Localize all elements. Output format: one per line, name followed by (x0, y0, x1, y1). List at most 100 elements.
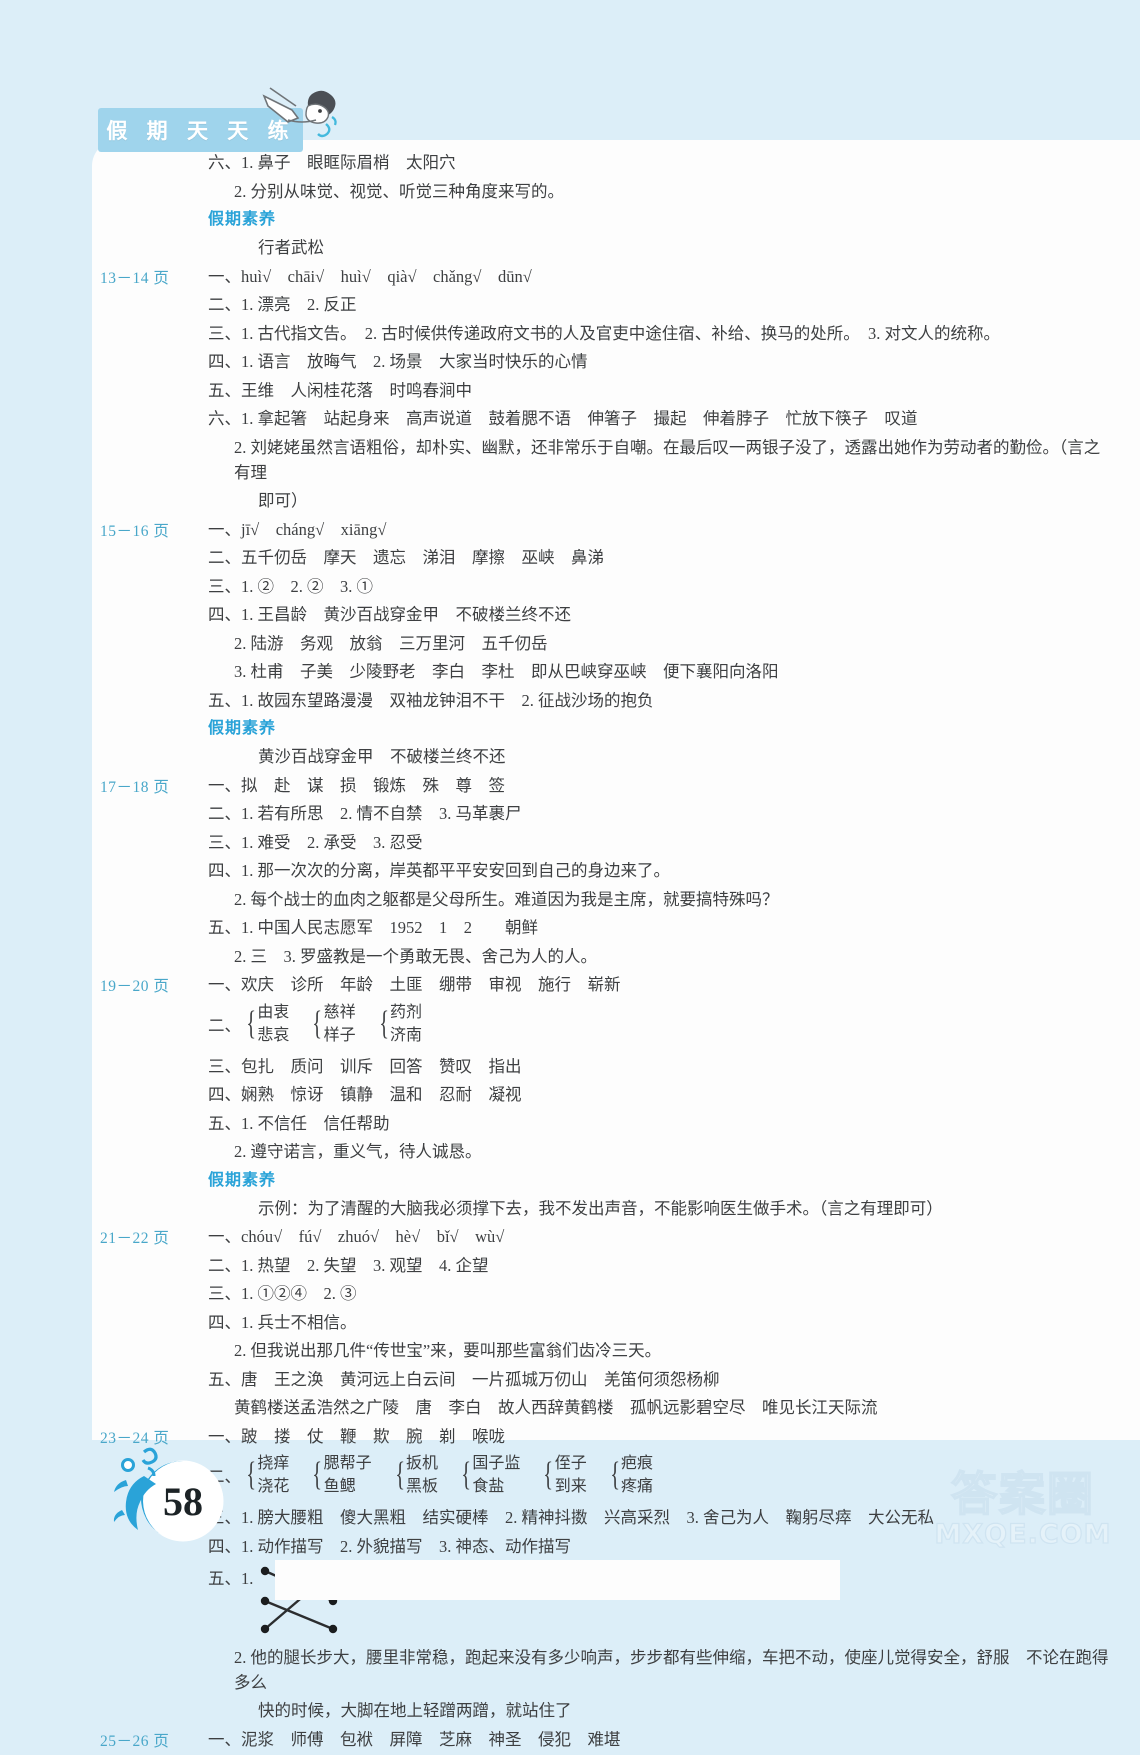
brace-group-row: 二、 { 由衷 悲哀 { 慈祥 样子 { (208, 1001, 1116, 1047)
left-brace-icon: { (246, 1001, 256, 1047)
answer-line: 2. 陆游 务观 放翁 三万里河 五千仞岳 (208, 631, 1116, 656)
brace-group: { 疤痕 疼痛 (607, 1452, 653, 1498)
section-body: 一、chóu√ fú√ zhuó√ hè√ bǐ√ wù√ 二、1. 热望 2.… (208, 1224, 1140, 1424)
brace-word-bottom: 济南 (390, 1024, 422, 1047)
answer-line: 快的时候，大脚在地上轻蹭两蹭，就站住了 (208, 1698, 1116, 1723)
answer-line: 2. 他的腿长步大，腰里非常稳，跑起来没有多少响声，步步都有些伸缩，车把不动，使… (208, 1645, 1116, 1695)
left-brace-icon: { (461, 1452, 471, 1498)
match-dot-right-3 (329, 1624, 337, 1632)
answer-line: 一、欢庆 诊所 年龄 土匪 绷带 审视 施行 崭新 (208, 972, 1116, 997)
page-label: 21－22 页 (92, 1224, 208, 1248)
answer-line: 2. 分别从味觉、视觉、听觉三种角度来写的。 (208, 179, 1116, 204)
brace-word-top: 腮帮子 (324, 1452, 372, 1475)
brace-word-top: 疤痕 (621, 1452, 653, 1475)
answer-line: 行者武松 (208, 235, 1116, 260)
answer-line: 一、跛 搂 仗 鞭 欺 腕 剃 喉咙 (208, 1424, 1116, 1449)
answer-line: 一、jī√ cháng√ xiāng√ (208, 517, 1116, 542)
brace-word-bottom: 浇花 (257, 1475, 289, 1498)
brace-word-bottom: 食盐 (472, 1475, 520, 1498)
brace-word-top: 挠痒 (257, 1452, 289, 1475)
section-subheading: 假期素养 (208, 207, 1116, 232)
answer-line: 2. 三 3. 罗盛教是一个勇敢无畏、舍己为人的人。 (208, 944, 1116, 969)
section-body: 一、欢庆 诊所 年龄 土匪 绷带 审视 施行 崭新 二、 { 由衷 悲哀 { 慈… (208, 972, 1140, 1224)
page-number-badge: 58 (92, 1418, 262, 1568)
answer-line: 二、1. 若有所思 2. 情不自禁 3. 马革裹尸 (208, 801, 1116, 826)
brace-word-bottom: 鱼鳃 (324, 1475, 372, 1498)
page-label: 13－14 页 (92, 264, 208, 288)
brace-word-bottom: 黑板 (406, 1475, 438, 1498)
bottom-sheet-strip (275, 1560, 840, 1600)
brace-group: { 腮帮子 鱼鳃 (309, 1452, 371, 1498)
section-block: 17－18 页 一、拟 赴 谋 损 锻炼 殊 尊 签 二、1. 若有所思 2. … (92, 773, 1140, 973)
page-label: 15－16 页 (92, 517, 208, 541)
answer-line: 一、泥浆 师傅 包袱 屏障 芝麻 神圣 侵犯 难堪 (208, 1727, 1116, 1752)
swimming-boy-icon (258, 84, 350, 146)
answer-line: 三、1. 难受 2. 承受 3. 忍受 (208, 830, 1116, 855)
intro-block: 六、1. 鼻子 眼眶际眉梢 太阳穴 2. 分别从味觉、视觉、听觉三种角度来写的。… (92, 150, 1140, 264)
watermark-brand: 答案圈 (905, 1468, 1140, 1520)
brace-lead-label: 二、 (208, 1012, 243, 1036)
answer-line: 三、包扎 质问 训斥 回答 赞叹 指出 (208, 1054, 1116, 1079)
left-brace-icon: { (313, 1001, 323, 1047)
brace-group: { 扳机 黑板 (392, 1452, 438, 1498)
watermark: 答案圈 MXQE.COM (905, 1468, 1140, 1588)
brace-group: { 国子监 食盐 (458, 1452, 520, 1498)
answer-line: 五、王维 人闲桂花落 时鸣春涧中 (208, 378, 1116, 403)
brace-word-bottom: 样子 (324, 1024, 356, 1047)
answer-line: 五、1. 中国人民志愿军 1952 1 2 朝鲜 (208, 915, 1116, 940)
match-dot-left-2 (261, 1596, 269, 1604)
left-brace-icon: { (379, 1001, 389, 1047)
brace-word-bottom: 悲哀 (257, 1024, 289, 1047)
answer-line: 一、huì√ chāi√ huì√ qià√ chǎng√ dūn√ (208, 264, 1116, 289)
section-block: 15－16 页 一、jī√ cháng√ xiāng√ 二、五千仞岳 摩天 遗忘… (92, 517, 1140, 773)
left-brace-icon: { (395, 1452, 405, 1498)
brace-group: { 侄子 到来 (540, 1452, 586, 1498)
answer-line: 六、1. 拿起箸 站起身来 高声说道 鼓着腮不语 伸箸子 撮起 伸着脖子 忙放下… (208, 406, 1116, 431)
brace-group: { 慈祥 样子 (309, 1001, 355, 1047)
answer-line: 一、拟 赴 谋 损 锻炼 殊 尊 签 (208, 773, 1116, 798)
page-number-text: 58 (144, 1462, 222, 1540)
answer-line: 五、1. 故园东望路漫漫 双袖龙钟泪不干 2. 征战沙场的抱负 (208, 688, 1116, 713)
answer-line: 示例：为了清醒的大脑我必须撑下去，我不发出声音，不能影响医生做手术。（言之有理即… (208, 1196, 1116, 1221)
section-block: 19－20 页 一、欢庆 诊所 年龄 土匪 绷带 审视 施行 崭新 二、 { 由… (92, 972, 1140, 1224)
brace-word-top: 慈祥 (324, 1001, 356, 1024)
brace-word-top: 侄子 (555, 1452, 587, 1475)
answer-line: 四、1. 兵士不相信。 (208, 1310, 1116, 1335)
answer-line: 四、1. 那一次次的分离，岸英都平平安安回到自己的身边来了。 (208, 858, 1116, 883)
section-block: 21－22 页 一、chóu√ fú√ zhuó√ hè√ bǐ√ wù√ 二、… (92, 1224, 1140, 1424)
brace-word-bottom: 到来 (555, 1475, 587, 1498)
left-brace-icon: { (544, 1452, 554, 1498)
page-label: 17－18 页 (92, 773, 208, 797)
section-body: 一、huì√ chāi√ huì√ qià√ chǎng√ dūn√ 二、1. … (208, 264, 1140, 517)
answer-line: 四、娴熟 惊讶 镇静 温和 忍耐 凝视 (208, 1082, 1116, 1107)
answer-line: 黄鹤楼送孟浩然之广陵 唐 李白 故人西辞黄鹤楼 孤帆远影碧空尽 唯见长江天际流 (208, 1395, 1116, 1420)
answer-line: 四、1. 语言 放晦气 2. 场景 大家当时快乐的心情 (208, 349, 1116, 374)
answer-line: 四、1. 王昌龄 黄沙百战穿金甲 不破楼兰终不还 (208, 602, 1116, 627)
answer-line: 黄沙百战穿金甲 不破楼兰终不还 (208, 744, 1116, 769)
match-dot-left-1 (261, 1566, 269, 1574)
answer-line: 二、1. 漂亮 2. 反正 (208, 292, 1116, 317)
brace-group: { 药剂 济南 (376, 1001, 422, 1047)
brace-word-top: 扳机 (406, 1452, 438, 1475)
answer-line: 三、1. ② 2. ② 3. ① (208, 574, 1116, 599)
brace-word-top: 由衷 (257, 1001, 289, 1024)
answer-line: 五、唐 王之涣 黄河远上白云间 一片孤城万仞山 羌笛何须怨杨柳 (208, 1367, 1116, 1392)
brace-group: { 由衷 悲哀 (243, 1001, 289, 1047)
section-body: 一、泥浆 师傅 包袱 屏障 芝麻 神圣 侵犯 难堪 (208, 1727, 1140, 1755)
answer-line: 六、1. 鼻子 眼眶际眉梢 太阳穴 (208, 150, 1116, 175)
answer-line: 2. 遵守诺言，重义气，待人诚恳。 (208, 1139, 1116, 1164)
intro-body: 六、1. 鼻子 眼眶际眉梢 太阳穴 2. 分别从味觉、视觉、听觉三种角度来写的。… (208, 150, 1140, 264)
brace-word-top: 药剂 (390, 1001, 422, 1024)
section-subheading: 假期素养 (208, 1168, 1116, 1193)
answer-line: 二、1. 热望 2. 失望 3. 观望 4. 企望 (208, 1253, 1116, 1278)
section-block: 25－26 页 一、泥浆 师傅 包袱 屏障 芝麻 神圣 侵犯 难堪 (92, 1727, 1140, 1755)
page-label: 19－20 页 (92, 972, 208, 996)
section-body: 一、jī√ cháng√ xiāng√ 二、五千仞岳 摩天 遗忘 涕泪 摩擦 巫… (208, 517, 1140, 773)
answer-line: 二、五千仞岳 摩天 遗忘 涕泪 摩擦 巫峡 鼻涕 (208, 545, 1116, 570)
left-brace-icon: { (313, 1452, 323, 1498)
answer-line: 五、1. 不信任 信任帮助 (208, 1111, 1116, 1136)
answer-line: 即可） (208, 488, 1116, 513)
section-block: 13－14 页 一、huì√ chāi√ huì√ qià√ chǎng√ dū… (92, 264, 1140, 517)
brace-word-top: 国子监 (472, 1452, 520, 1475)
page-label: 25－26 页 (92, 1727, 208, 1751)
